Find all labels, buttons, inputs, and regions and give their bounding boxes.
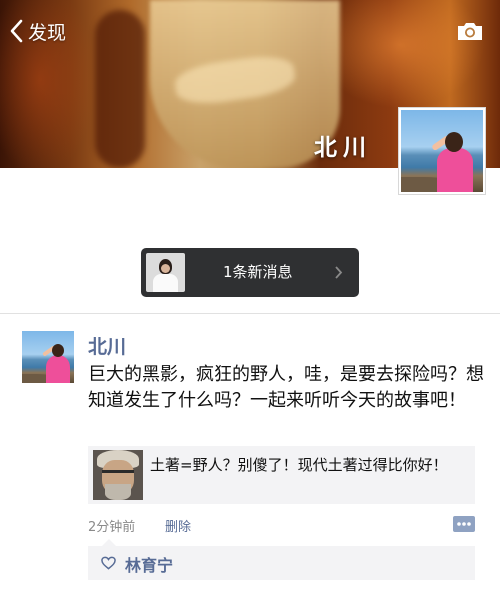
profile-avatar[interactable] <box>398 107 486 195</box>
divider <box>0 313 500 314</box>
post-text: 巨大的黑影，疯狂的野人，哇，是要去探险吗？想知道发生了什么吗？一起来听听今天的故… <box>88 364 484 411</box>
post-author-avatar[interactable] <box>22 331 74 383</box>
shared-link-card[interactable]: 土著=野人？别傻了！现代土著过得比你好！ <box>88 446 475 504</box>
heart-icon <box>101 556 116 570</box>
comment-icon[interactable] <box>453 516 475 532</box>
cover-photo-shadow <box>95 10 145 168</box>
delete-button[interactable]: 删除 <box>165 516 191 535</box>
new-message-label: 1条新消息 <box>223 263 293 281</box>
avatar-image <box>22 331 74 383</box>
post-timestamp: 2分钟前 <box>88 520 136 535</box>
camera-icon[interactable] <box>456 20 484 42</box>
message-sender-avatar <box>146 253 185 292</box>
profile-name: 北川 <box>314 135 372 161</box>
avatar-image <box>401 110 483 192</box>
likes-section: 林育宁 <box>88 539 475 580</box>
chevron-left-icon <box>10 19 23 43</box>
back-button[interactable]: 发现 <box>10 16 66 46</box>
new-message-button[interactable]: 1条新消息 <box>141 248 359 297</box>
post-author-name[interactable]: 北川 <box>88 332 126 359</box>
link-thumbnail <box>93 450 143 500</box>
chevron-right-icon <box>335 266 343 279</box>
likes-pointer <box>102 539 116 546</box>
liker-name[interactable]: 林育宁 <box>125 552 173 576</box>
back-label: 发现 <box>28 21 67 44</box>
link-title: 土著=野人？别傻了！现代土著过得比你好！ <box>150 456 448 474</box>
